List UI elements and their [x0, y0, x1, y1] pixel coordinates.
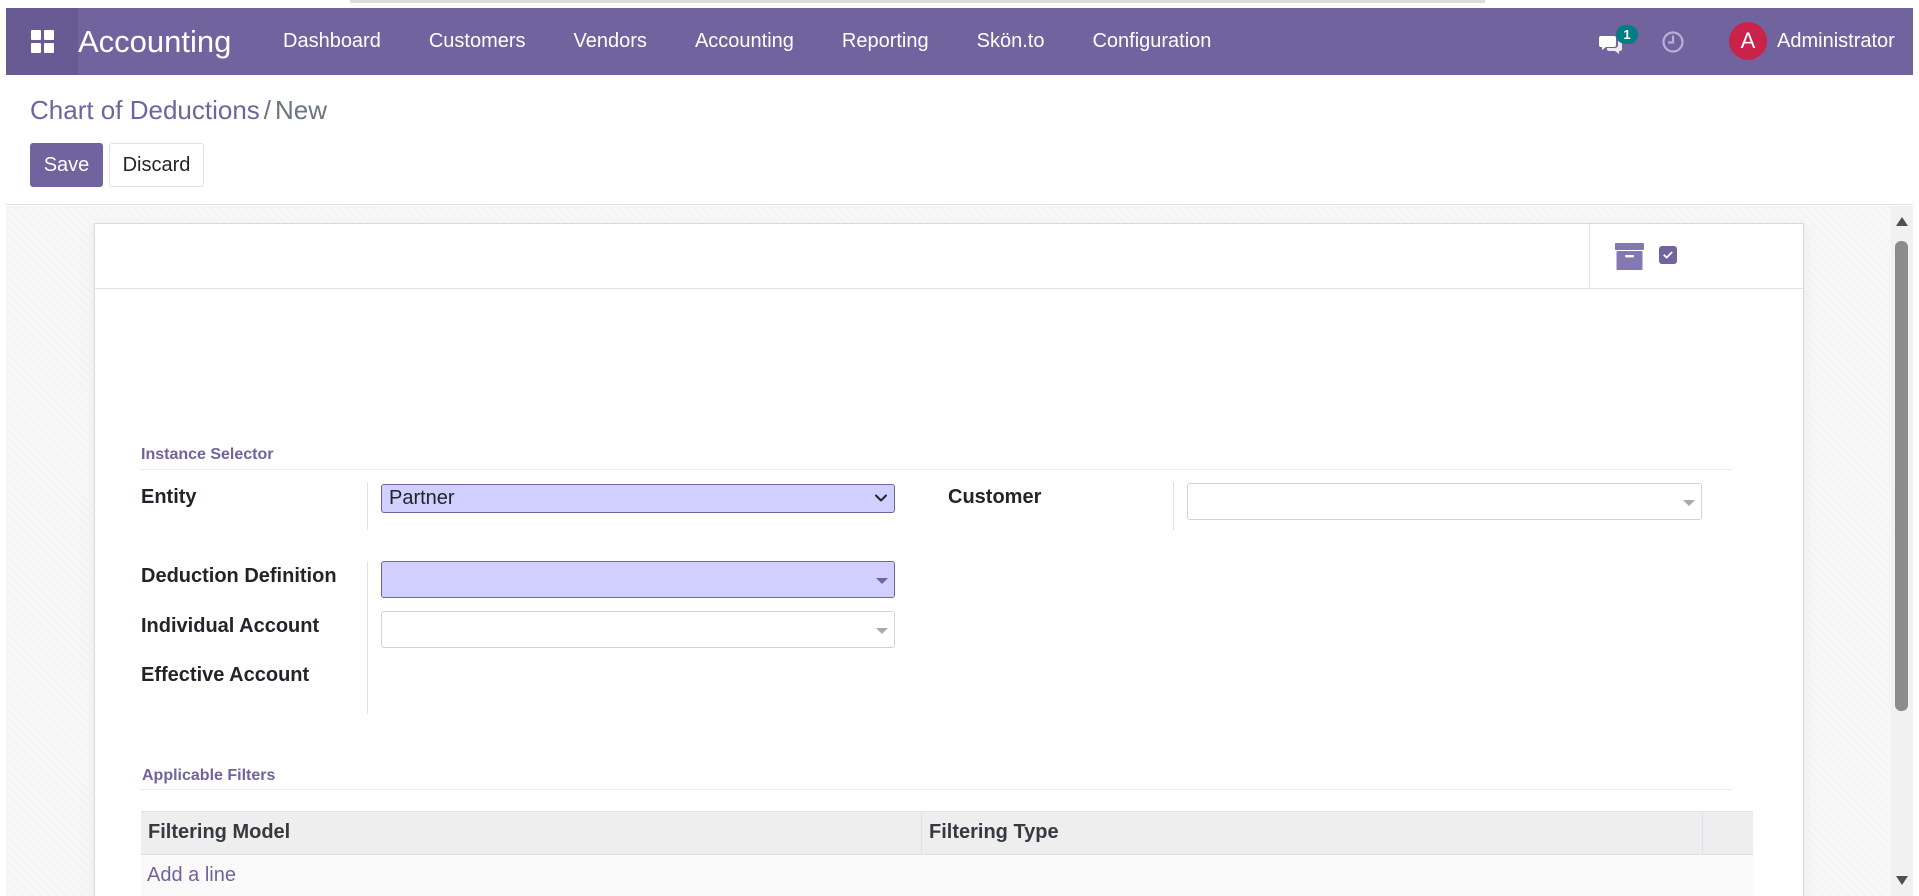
form-sheet: Instance Selector Entity Partner Custome…	[94, 223, 1804, 896]
active-checkbox[interactable]	[1659, 246, 1677, 264]
section-title-instance-selector: Instance Selector	[141, 446, 274, 463]
messages-count-badge: 1	[1616, 25, 1638, 44]
menu-skonto[interactable]: Skön.to	[953, 8, 1069, 75]
chevron-down-icon	[875, 494, 887, 502]
deduction-definition-input[interactable]	[381, 561, 895, 598]
user-name[interactable]: Administrator	[1777, 8, 1895, 75]
dropdown-caret-icon	[1683, 500, 1695, 506]
table-row: Add a line	[141, 855, 1753, 896]
section-separator-line	[141, 469, 1732, 470]
menu-reporting[interactable]: Reporting	[818, 8, 953, 75]
customer-label: Customer	[948, 486, 1042, 508]
button-box-divider	[1589, 224, 1590, 289]
breadcrumb-current: New	[275, 95, 328, 125]
activity-button[interactable]	[1661, 30, 1685, 54]
browser-top-strip	[0, 0, 1919, 8]
menu-accounting[interactable]: Accounting	[671, 8, 818, 75]
scroll-up-arrow[interactable]	[1896, 217, 1908, 226]
scroll-thumb[interactable]	[1895, 241, 1908, 711]
section-separator-line	[141, 789, 1732, 790]
table-header: Filtering Model Filtering Type	[141, 811, 1753, 855]
archive-icon[interactable]	[1614, 241, 1645, 272]
vertical-scrollbar[interactable]	[1891, 206, 1913, 896]
button-box	[95, 224, 1803, 289]
individual-account-label: Individual Account	[141, 615, 320, 637]
save-button[interactable]: Save	[30, 143, 103, 187]
messaging-button[interactable]: 1	[1598, 25, 1638, 58]
customer-input[interactable]	[1187, 483, 1702, 520]
scroll-down-arrow[interactable]	[1896, 876, 1908, 885]
apps-menu-button[interactable]	[6, 8, 78, 75]
section-title-applicable-filters: Applicable Filters	[142, 767, 276, 784]
menu-vendors[interactable]: Vendors	[550, 8, 671, 75]
menu-configuration[interactable]: Configuration	[1068, 8, 1235, 75]
checkbox-icon	[1663, 251, 1673, 259]
add-line-link[interactable]: Add a line	[147, 855, 236, 895]
breadcrumb: Chart of Deductions / New	[30, 95, 327, 126]
deduction-definition-label: Deduction Definition	[141, 565, 337, 587]
column-filtering-type[interactable]: Filtering Type	[922, 812, 1703, 854]
discard-button[interactable]: Discard	[109, 143, 204, 187]
entity-select[interactable]: Partner	[381, 484, 895, 513]
app-brand[interactable]: Accounting	[78, 8, 231, 75]
label-divider	[1173, 482, 1174, 530]
dropdown-caret-icon	[876, 578, 888, 584]
avatar[interactable]: A	[1729, 22, 1767, 60]
apps-grid-icon	[30, 30, 54, 53]
menu-customers[interactable]: Customers	[405, 8, 550, 75]
entity-select-value: Partner	[389, 487, 455, 509]
top-shade	[350, 0, 1485, 3]
breadcrumb-parent-link[interactable]: Chart of Deductions	[30, 95, 260, 125]
clock-icon	[1662, 31, 1684, 53]
individual-account-input[interactable]	[381, 611, 895, 648]
entity-label: Entity	[141, 486, 197, 508]
form-content-area[interactable]: Instance Selector Entity Partner Custome…	[6, 206, 1891, 896]
dropdown-caret-icon	[876, 628, 888, 634]
menu-dashboard[interactable]: Dashboard	[259, 8, 405, 75]
breadcrumb-separator: /	[263, 95, 272, 125]
top-menu: Dashboard Customers Vendors Accounting R…	[259, 8, 1235, 75]
label-divider	[367, 482, 368, 530]
control-panel: Chart of Deductions / New Save Discard	[6, 75, 1913, 205]
column-filtering-model[interactable]: Filtering Model	[141, 812, 922, 854]
main-navbar: Accounting Dashboard Customers Vendors A…	[6, 8, 1913, 75]
label-divider	[367, 561, 368, 714]
effective-account-label: Effective Account	[141, 664, 310, 686]
